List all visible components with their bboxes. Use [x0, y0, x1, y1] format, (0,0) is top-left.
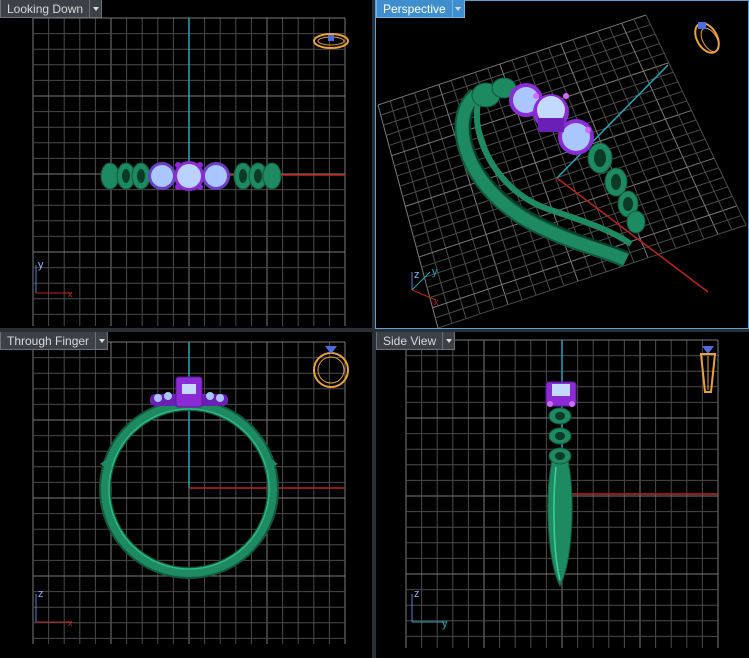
chevron-down-icon[interactable] [90, 0, 103, 18]
viewport-tab-looking-down[interactable]: Looking Down [0, 0, 103, 18]
viewport-perspective[interactable]: z y x Perspective [376, 0, 749, 328]
axis-label-y: y [442, 618, 448, 630]
axis-label-x: x [68, 618, 73, 628]
viewport-splitter-horizontal[interactable] [0, 328, 749, 332]
ring-model-perspective [454, 77, 646, 268]
viewport-label[interactable]: Side View [376, 332, 444, 350]
grid-line [645, 14, 747, 226]
axis-tripod: z y [411, 588, 448, 630]
chevron-down-icon[interactable] [96, 332, 109, 350]
viewport-through-finger[interactable]: z x Through Finger [0, 332, 372, 658]
viewport-side-view[interactable]: z y Side View [376, 332, 749, 658]
nav-ring-icon[interactable] [690, 19, 723, 57]
axis-label-z: z [38, 588, 44, 600]
viewport-tab-through-finger[interactable]: Through Finger [0, 332, 109, 350]
axis-label-x: x [68, 289, 73, 299]
nav-ring-icon[interactable] [313, 346, 349, 388]
looking-down-canvas[interactable]: y x [0, 0, 372, 328]
viewport-tab-perspective[interactable]: Perspective [376, 0, 465, 18]
chevron-down-icon[interactable] [452, 0, 465, 18]
through-finger-canvas[interactable]: z x [0, 332, 372, 658]
viewport-tab-side-view[interactable]: Side View [376, 332, 456, 350]
ring-model-top [100, 161, 282, 191]
axis-tripod: y x [35, 259, 73, 299]
perspective-canvas[interactable]: z y x [376, 0, 749, 328]
chevron-down-icon[interactable] [443, 332, 456, 350]
viewport-label[interactable]: Through Finger [0, 332, 97, 350]
side-view-canvas[interactable]: z y [376, 332, 749, 658]
ring-model-side [545, 381, 577, 588]
axis-label-z: z [414, 269, 420, 281]
axis-tripod: z y x [411, 266, 439, 307]
axis-label-x: x [434, 297, 439, 307]
viewport-label[interactable]: Perspective [376, 0, 453, 18]
axis-label-y: y [38, 259, 44, 271]
viewport-looking-down[interactable]: y x Looking Down [0, 0, 372, 328]
nav-ring-icon[interactable] [699, 346, 717, 393]
viewport-label[interactable]: Looking Down [0, 0, 91, 18]
nav-ring-icon[interactable] [313, 33, 349, 49]
axis-tripod: z x [35, 588, 73, 628]
axis-label-y: y [432, 266, 438, 278]
perspective-grid [377, 14, 747, 328]
axis-label-z: z [414, 588, 420, 600]
